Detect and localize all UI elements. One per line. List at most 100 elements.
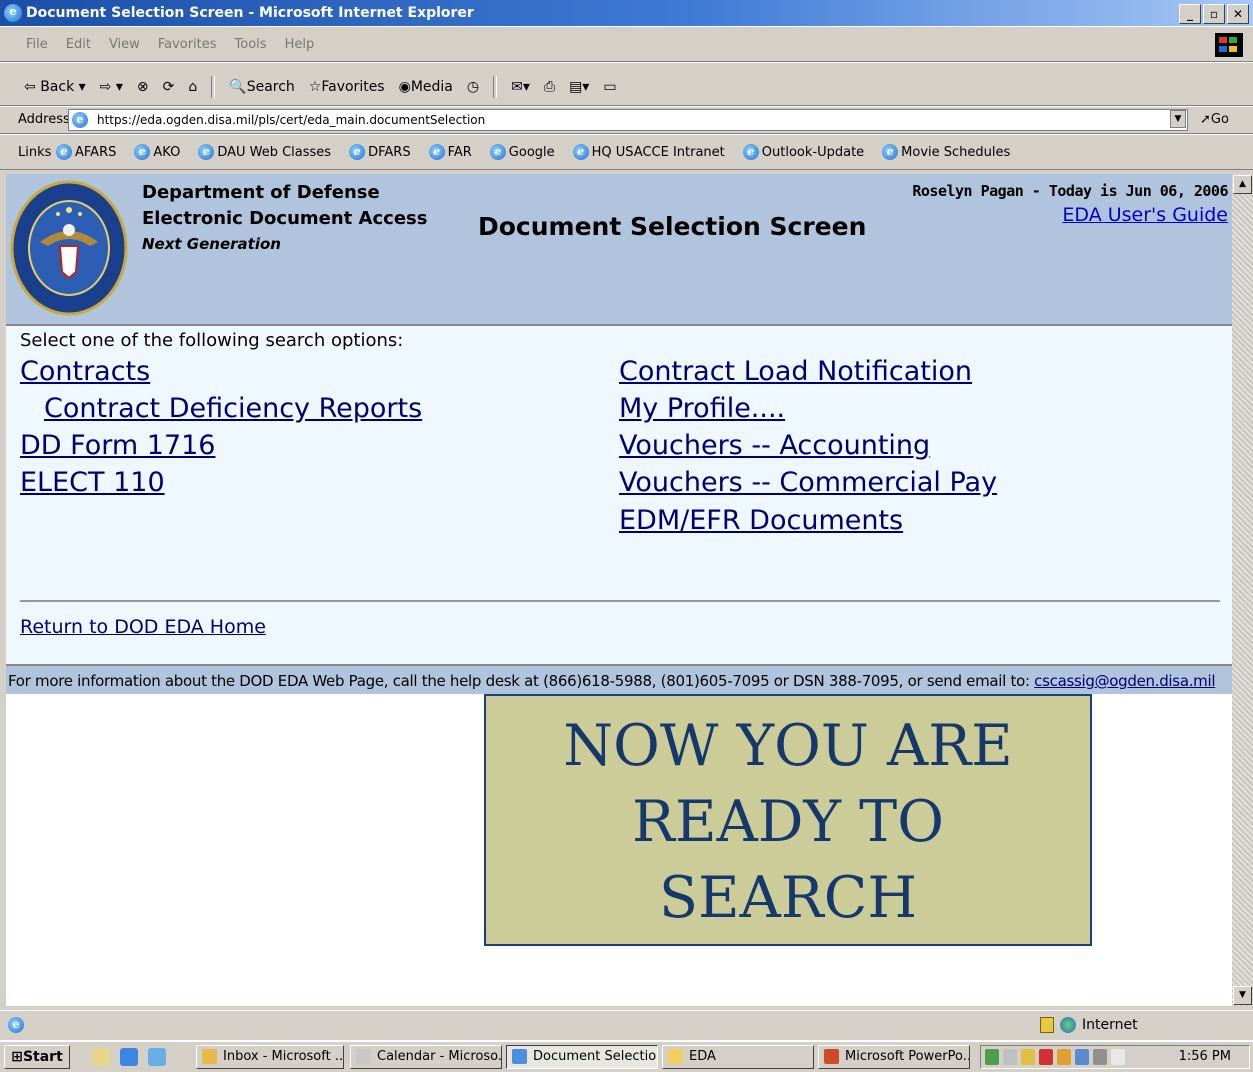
status-bar: e Internet	[0, 1010, 1253, 1041]
vouchers-accounting-link[interactable]: Vouchers -- Accounting	[619, 430, 930, 461]
ready-to-search-banner: NOW YOU ARE READY TO SEARCH	[484, 694, 1092, 946]
calendar-icon	[356, 1049, 371, 1064]
dod-seal-icon	[10, 180, 128, 316]
menu-favorites[interactable]: Favorites	[158, 37, 217, 52]
ie-icon: e	[349, 144, 366, 160]
link-hq-usacce-intranet[interactable]: e HQ USACCE Intranet	[572, 144, 725, 160]
tray-app-icon[interactable]	[1021, 1049, 1035, 1065]
ie-icon: e	[572, 144, 589, 160]
show-desktop-icon[interactable]	[92, 1048, 110, 1066]
contract-deficiency-reports-link[interactable]: Contract Deficiency Reports	[44, 393, 422, 424]
org-name: Department of Defense	[142, 182, 380, 203]
links-bar: Links e AFARS e AKO e DAU Web Classes e DFAR…	[0, 134, 1253, 170]
task-eda-folder[interactable]: EDA	[662, 1045, 814, 1069]
search-options-prompt: Select one of the following search optio…	[20, 330, 404, 351]
quick-launch	[92, 1048, 166, 1066]
link-dau-web-classes[interactable]: e DAU Web Classes	[198, 144, 331, 160]
help-email-link[interactable]: cscassig@ogden.disa.mil	[1034, 672, 1215, 690]
menu-view[interactable]: View	[109, 37, 140, 52]
link-movie-schedules[interactable]: e Movie Schedules	[882, 144, 1010, 160]
ie-icon: e	[882, 144, 899, 160]
lock-icon	[1040, 1017, 1054, 1033]
edm-efr-documents-link[interactable]: EDM/EFR Documents	[619, 505, 903, 536]
address-dropdown-icon[interactable]: ▼	[1170, 110, 1186, 128]
go-button[interactable]: ➚Go	[1200, 112, 1229, 127]
tray-network-icon[interactable]	[985, 1049, 999, 1065]
contracts-link[interactable]: Contracts	[20, 356, 150, 387]
address-input[interactable]: e https://eda.ogden.disa.mil/pls/cert/ed…	[68, 109, 1188, 131]
history-icon[interactable]: ◷	[467, 79, 479, 95]
minimize-button[interactable]: _	[1179, 4, 1201, 24]
clock: 1:56 PM	[1178, 1049, 1231, 1064]
menu-help[interactable]: Help	[285, 37, 315, 52]
page-title: Document Selection Screen	[478, 212, 867, 241]
link-outlook-update[interactable]: e Outlook-Update	[742, 144, 864, 160]
outlook-icon	[202, 1049, 217, 1064]
start-button[interactable]: ⊞Start	[4, 1045, 70, 1069]
task-calendar[interactable]: Calendar - Microso...	[350, 1045, 502, 1069]
return-home-link[interactable]: Return to DOD EDA Home	[20, 616, 266, 638]
dd-form-1716-link[interactable]: DD Form 1716	[20, 430, 215, 461]
close-button[interactable]: ✕	[1227, 4, 1249, 24]
link-afars[interactable]: e AFARS	[56, 144, 116, 160]
outlook-launch-icon[interactable]	[148, 1048, 166, 1066]
link-ako[interactable]: e AKO	[134, 144, 180, 160]
tray-app-icon[interactable]	[1093, 1049, 1107, 1065]
tray-app-icon[interactable]	[1057, 1049, 1071, 1065]
edit-icon[interactable]: ▤▾	[569, 79, 589, 95]
tray-app-icon[interactable]	[1075, 1049, 1089, 1065]
windows-logo-icon	[1215, 33, 1243, 57]
favorites-button[interactable]: ☆Favorites	[309, 79, 385, 95]
mail-icon[interactable]: ✉▾	[511, 79, 530, 95]
banner-line: READY TO	[632, 789, 944, 855]
address-url[interactable]: https://eda.ogden.disa.mil/pls/cert/eda_…	[97, 113, 485, 127]
vouchers-commercial-pay-link[interactable]: Vouchers -- Commercial Pay	[619, 467, 997, 498]
ie-icon: e	[742, 144, 759, 160]
tray-antivirus-icon[interactable]	[1039, 1049, 1053, 1065]
ie-icon: e	[198, 144, 215, 160]
ie-launch-icon[interactable]	[120, 1048, 138, 1066]
home-icon[interactable]: ⌂	[188, 79, 197, 95]
task-inbox[interactable]: Inbox - Microsoft ...	[196, 1045, 344, 1069]
menu-file[interactable]: File	[26, 37, 48, 52]
search-options-panel: Select one of the following search optio…	[6, 324, 1232, 666]
vertical-scrollbar[interactable]: ▲ ▼	[1232, 174, 1253, 1006]
ie-icon: e	[134, 144, 151, 160]
discuss-icon[interactable]: ▭	[603, 79, 616, 95]
stop-icon[interactable]: ⊗	[137, 79, 149, 95]
help-text: For more information about the DOD EDA W…	[8, 672, 1035, 690]
folder-icon	[668, 1049, 683, 1064]
search-button[interactable]: 🔍Search	[229, 79, 295, 95]
scroll-up-icon[interactable]: ▲	[1233, 175, 1252, 194]
link-far[interactable]: e FAR	[428, 144, 472, 160]
ie-icon: e	[56, 144, 72, 160]
menu-edit[interactable]: Edit	[66, 37, 91, 52]
banner-line: SEARCH	[658, 865, 918, 931]
ie-icon: e	[428, 144, 445, 160]
address-bar: Address e https://eda.ogden.disa.mil/pls…	[0, 106, 1253, 134]
toolbar-separator	[493, 76, 498, 98]
menu-tools[interactable]: Tools	[235, 37, 267, 52]
media-button[interactable]: ◉Media	[399, 79, 453, 95]
scroll-down-icon[interactable]: ▼	[1233, 986, 1252, 1005]
taskbar: ⊞Start Inbox - Microsoft ... Calendar - …	[0, 1040, 1253, 1072]
my-profile-link[interactable]: My Profile....	[619, 393, 785, 424]
back-button[interactable]: ⇦ Back ▾	[24, 79, 86, 95]
menu-bar: File Edit View Favorites Tools Help	[0, 26, 1253, 62]
link-google[interactable]: e Google	[489, 144, 555, 160]
forward-button[interactable]: ⇨ ▾	[100, 79, 123, 95]
maximize-button[interactable]: ▫	[1203, 4, 1225, 24]
tray-app-icon[interactable]	[1111, 1049, 1125, 1065]
print-icon[interactable]: ⎙	[544, 79, 555, 95]
tray-volume-icon[interactable]	[1003, 1049, 1017, 1065]
elect-110-link[interactable]: ELECT 110	[20, 467, 165, 498]
page-icon: e	[72, 112, 88, 128]
links-label: Links	[18, 145, 52, 160]
task-powerpoint[interactable]: Microsoft PowerPo...	[818, 1045, 970, 1069]
ie-icon	[512, 1049, 527, 1064]
contract-load-notification-link[interactable]: Contract Load Notification	[619, 356, 972, 387]
task-document-selection[interactable]: Document Selectio...	[506, 1045, 658, 1069]
refresh-icon[interactable]: ⟳	[163, 79, 175, 95]
users-guide-link[interactable]: EDA User's Guide	[1062, 204, 1228, 226]
link-dfars[interactable]: e DFARS	[349, 144, 411, 160]
